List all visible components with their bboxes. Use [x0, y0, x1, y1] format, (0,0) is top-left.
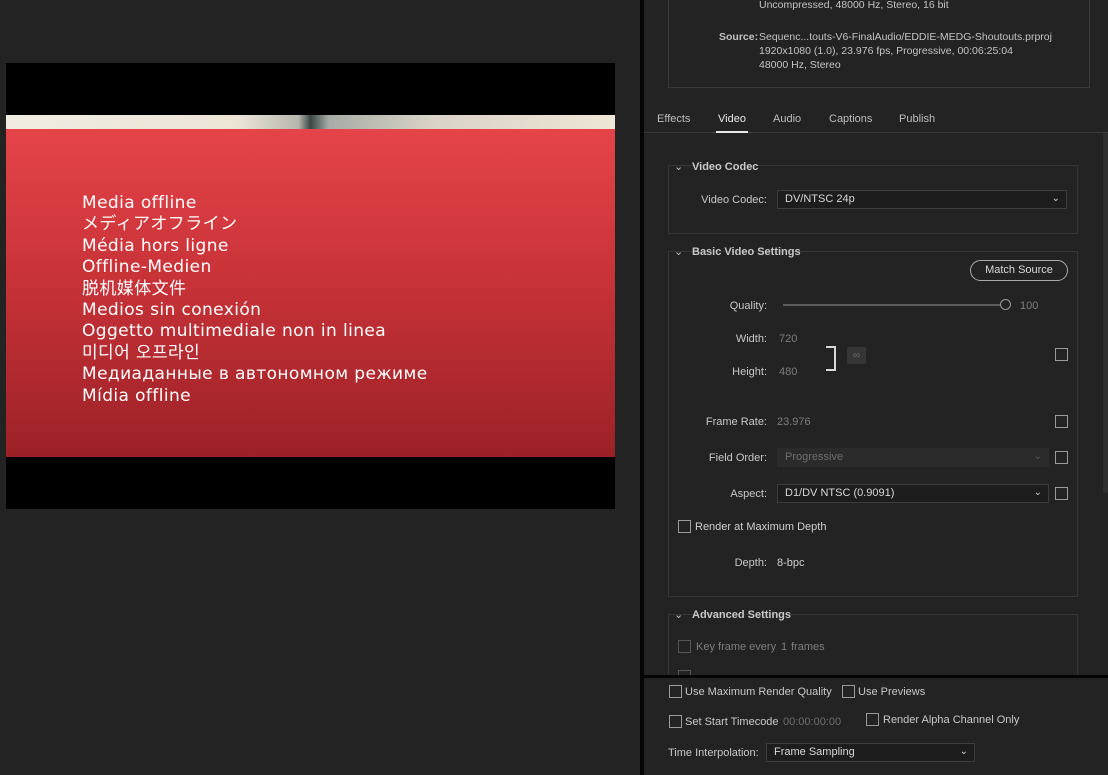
override-field-order-checkbox[interactable]	[1055, 451, 1068, 464]
section-title: Advanced Settings	[692, 609, 792, 621]
aspect-label: Aspect:	[730, 488, 767, 500]
render-alpha-checkbox[interactable]	[866, 713, 879, 726]
keyframe-unit: frames	[791, 641, 825, 653]
source-video-info: 1920x1080 (1.0), 23.976 fps, Progressive…	[759, 45, 1013, 57]
offline-line: メディアオフライン	[82, 214, 238, 235]
section-title: Video Codec	[692, 161, 759, 173]
field-order-label: Field Order:	[708, 452, 767, 464]
tab-effects[interactable]: Effects	[657, 113, 690, 125]
override-frame-rate-checkbox[interactable]	[1055, 415, 1068, 428]
preview-panel: Media offline メディアオフライン Média hors ligne…	[0, 0, 640, 775]
source-file: Sequenc...touts-V6-FinalAudio/EDDIE-MEDG…	[759, 31, 1052, 43]
field-order-value: Progressive	[785, 451, 844, 463]
time-interpolation-label: Time Interpolation:	[668, 747, 759, 759]
render-alpha-label[interactable]: Render Alpha Channel Only	[883, 714, 1019, 726]
offline-line: Média hors ligne	[82, 235, 229, 256]
depth-label: Depth:	[734, 557, 767, 569]
dropdown-arrow-icon: ⌄	[959, 746, 968, 757]
output-audio-summary: Uncompressed, 48000 Hz, Stereo, 16 bit	[759, 0, 949, 11]
render-max-depth-label[interactable]: Render at Maximum Depth	[695, 521, 826, 533]
video-codec-value: DV/NTSC 24p	[785, 193, 855, 205]
offline-line: Offline-Medien	[82, 257, 212, 278]
match-source-button[interactable]: Match Source	[970, 260, 1068, 281]
source-label: Source:	[719, 31, 759, 43]
start-timecode-label[interactable]: Set Start Timecode	[685, 716, 779, 728]
render-max-depth-checkbox[interactable]	[678, 520, 691, 533]
keyframe-value[interactable]: 1	[781, 641, 787, 653]
advanced-settings-header[interactable]: ⌄ Advanced Settings	[674, 608, 791, 621]
settings-scrollbar[interactable]	[1103, 133, 1108, 493]
section-title: Basic Video Settings	[692, 246, 801, 258]
frame-rate-label: Frame Rate:	[705, 416, 767, 428]
quality-slider-track[interactable]	[783, 304, 1005, 306]
tab-captions[interactable]: Captions	[829, 113, 872, 125]
override-dimensions-checkbox[interactable]	[1055, 348, 1068, 361]
dropdown-arrow-icon: ⌄	[1033, 451, 1042, 462]
depth-value: 8-bpc	[777, 557, 805, 569]
keyframe-checkbox[interactable]	[678, 640, 691, 653]
aspect-value: D1/DV NTSC (0.9091)	[785, 487, 895, 499]
width-label: Width:	[735, 333, 767, 345]
aspect-dropdown[interactable]: D1/DV NTSC (0.9091) ⌄	[777, 484, 1049, 503]
offline-line: 미디어 오프라인	[82, 342, 201, 363]
video-codec-dropdown[interactable]: DV/NTSC 24p ⌄	[777, 190, 1067, 209]
export-settings-panel: Uncompressed, 48000 Hz, Stereo, 16 bit S…	[644, 0, 1108, 675]
use-previews-label[interactable]: Use Previews	[858, 686, 925, 698]
media-offline-text-list: Media offline メディアオフライン Média hors ligne…	[82, 193, 428, 407]
settings-tabs: Effects Video Audio Captions Publish	[644, 106, 1108, 133]
quality-slider-thumb[interactable]	[1000, 299, 1011, 310]
offline-line: Медиаданные в автономном режиме	[82, 364, 428, 385]
chevron-down-icon: ⌄	[674, 609, 684, 621]
height-value[interactable]: 480	[779, 366, 797, 378]
dimension-link-bracket	[826, 346, 836, 371]
width-value[interactable]: 720	[779, 333, 797, 345]
offline-line: 脱机媒体文件	[82, 278, 187, 299]
link-icon[interactable]: ∞	[847, 347, 866, 364]
tab-video[interactable]: Video	[718, 113, 746, 125]
start-timecode-value[interactable]: 00:00:00:00	[783, 716, 841, 728]
keyframe-label: Key frame every	[696, 641, 777, 653]
video-codec-label: Video Codec:	[701, 194, 767, 206]
time-interpolation-dropdown[interactable]: Frame Sampling ⌄	[766, 743, 975, 762]
frame-rate-value[interactable]: 23.976	[777, 416, 811, 428]
height-label: Height:	[732, 366, 767, 378]
start-timecode-checkbox[interactable]	[669, 715, 682, 728]
chevron-down-icon: ⌄	[674, 161, 684, 173]
offline-line: Oggetto multimediale non in linea	[82, 321, 387, 342]
max-render-quality-label[interactable]: Use Maximum Render Quality	[685, 686, 832, 698]
dropdown-arrow-icon: ⌄	[1051, 193, 1060, 204]
tab-audio[interactable]: Audio	[773, 113, 801, 125]
use-previews-checkbox[interactable]	[842, 685, 855, 698]
preview-frame: Media offline メディアオフライン Média hors ligne…	[6, 63, 615, 509]
render-options-bar: Use Maximum Render Quality Use Previews …	[644, 678, 1108, 775]
max-render-quality-checkbox[interactable]	[669, 685, 682, 698]
source-audio-info: 48000 Hz, Stereo	[759, 59, 841, 71]
offline-line: Mídia offline	[82, 385, 191, 406]
basic-video-settings-header[interactable]: ⌄ Basic Video Settings	[674, 245, 801, 258]
chevron-down-icon: ⌄	[674, 246, 684, 258]
offline-line: Medios sin conexión	[82, 300, 262, 321]
source-thumbnail-strip	[6, 115, 615, 129]
active-tab-indicator	[716, 131, 748, 133]
offline-line: Media offline	[82, 193, 197, 213]
time-interpolation-value: Frame Sampling	[774, 746, 855, 758]
override-aspect-checkbox[interactable]	[1055, 487, 1068, 500]
field-order-dropdown[interactable]: Progressive ⌄	[777, 448, 1049, 467]
video-codec-header[interactable]: ⌄ Video Codec	[674, 160, 758, 173]
quality-value[interactable]: 100	[1020, 300, 1038, 312]
media-offline-card: Media offline メディアオフライン Média hors ligne…	[6, 129, 615, 457]
quality-label: Quality:	[729, 300, 767, 312]
tab-publish[interactable]: Publish	[899, 113, 935, 125]
export-summary: Uncompressed, 48000 Hz, Stereo, 16 bit S…	[668, 0, 1090, 88]
dropdown-arrow-icon: ⌄	[1033, 487, 1042, 498]
